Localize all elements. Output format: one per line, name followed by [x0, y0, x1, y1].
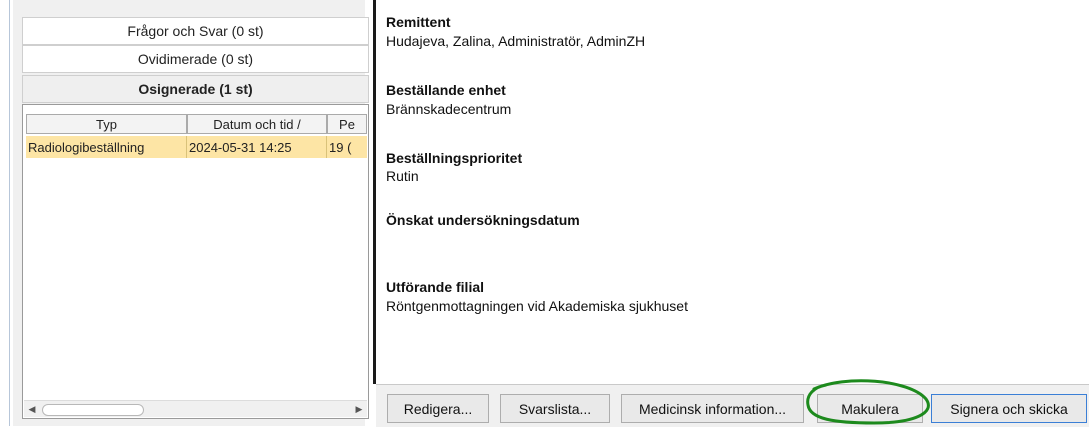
- accordion-questions[interactable]: Frågor och Svar (0 st): [22, 17, 369, 45]
- sign-and-send-button[interactable]: Signera och skicka: [931, 394, 1087, 423]
- column-header-type[interactable]: Typ: [26, 114, 187, 134]
- panel-divider[interactable]: [373, 0, 376, 384]
- remittent-value: Hudajeva, Zalina, Administratör, AdminZH: [386, 33, 646, 49]
- unit-value: Brännskadecentrum: [386, 101, 512, 117]
- cancel-order-button[interactable]: Makulera: [817, 394, 923, 423]
- edit-button[interactable]: Redigera...: [387, 394, 489, 423]
- date-label: Önskat undersökningsdatum: [386, 212, 580, 228]
- column-header-pe[interactable]: Pe: [327, 114, 367, 134]
- scroll-right-icon[interactable]: ▶: [351, 401, 367, 417]
- scroll-left-icon[interactable]: ◀: [24, 401, 40, 417]
- cell-type: Radiologibeställning: [26, 136, 187, 158]
- remittent-label: Remittent: [386, 14, 451, 30]
- accordion-unsigned[interactable]: Osignerade (1 st): [22, 75, 369, 103]
- priority-label: Beställningsprioritet: [386, 150, 523, 166]
- priority-value: Rutin: [386, 168, 419, 184]
- table-header: Typ Datum och tid / Pe: [26, 114, 367, 134]
- answer-list-button[interactable]: Svarslista...: [500, 394, 610, 423]
- accordion-unvidimated[interactable]: Ovidimerade (0 st): [22, 45, 369, 73]
- branch-label: Utförande filial: [386, 279, 485, 295]
- table-row[interactable]: Radiologibeställning 2024-05-31 14:25 19…: [26, 136, 367, 158]
- cell-pe: 19 (: [329, 139, 352, 155]
- window-left-edge: [0, 0, 10, 426]
- column-header-datetime[interactable]: Datum och tid /: [187, 114, 327, 134]
- horizontal-scrollbar[interactable]: ◀ ▶: [24, 400, 367, 417]
- unsigned-table: Typ Datum och tid / Pe Radiologibeställn…: [22, 104, 369, 419]
- branch-value: Röntgenmottagningen vid Akademiska sjukh…: [386, 298, 688, 314]
- unit-label: Beställande enhet: [386, 82, 506, 98]
- scroll-thumb[interactable]: [42, 404, 144, 416]
- left-panel: Frågor och Svar (0 st) Ovidimerade (0 st…: [13, 0, 369, 426]
- cell-datetime: 2024-05-31 14:25: [187, 136, 327, 158]
- medical-info-button[interactable]: Medicinsk information...: [621, 394, 804, 423]
